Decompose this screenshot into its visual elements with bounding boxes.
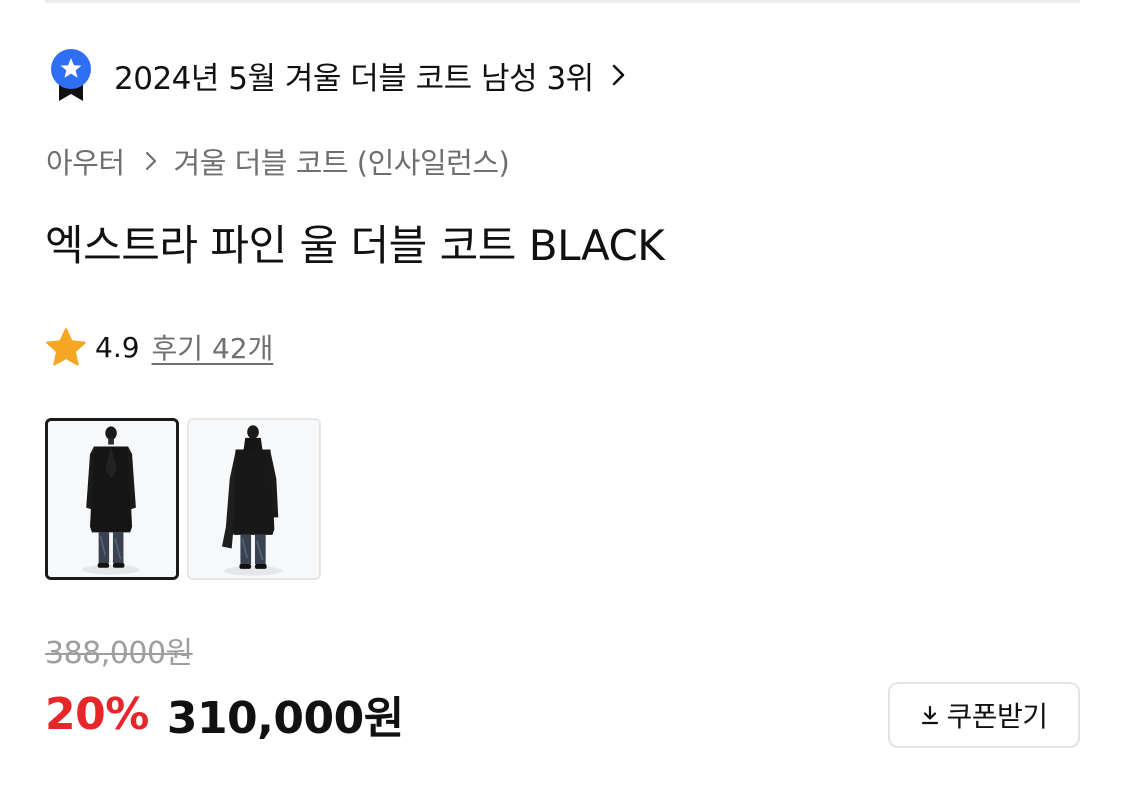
ranking-badge-star-icon: [51, 49, 91, 101]
thumbnail-side-view[interactable]: [187, 418, 321, 580]
breadcrumb-category[interactable]: 아우터: [46, 140, 125, 182]
review-count-link[interactable]: 후기 42개: [152, 327, 274, 367]
coat-front-image: [48, 421, 176, 577]
star-icon: [46, 328, 86, 366]
breadcrumb: 아우터 겨울 더블 코트 (인사일런스): [46, 138, 510, 184]
coupon-label: 쿠폰받기: [946, 700, 1048, 733]
coupon-download-button[interactable]: 쿠폰받기: [888, 682, 1080, 748]
product-image-gallery: [45, 418, 321, 580]
ranking-text: 2024년 5월 겨울 더블 코트 남성 3위: [114, 60, 594, 97]
top-divider: [45, 0, 1080, 3]
discount-rate: 20%: [45, 688, 149, 740]
coat-side-image: [189, 420, 319, 578]
thumbnail-front-view[interactable]: [45, 418, 179, 580]
product-detail-page: 2024년 5월 겨울 더블 코트 남성 3위 아우터 겨울 더블 코트 (인사…: [0, 0, 1125, 790]
breadcrumb-subcategory[interactable]: 겨울 더블 코트 (인사일런스): [174, 140, 510, 182]
original-price: 388,000원: [45, 636, 193, 671]
rating-score: 4.9: [95, 330, 140, 364]
download-icon: [922, 705, 939, 725]
rating-row: 4.9 후기 42개: [45, 324, 273, 370]
product-title: 엑스트라 파인 울 더블 코트 BLACK: [45, 221, 665, 270]
ranking-banner[interactable]: 2024년 5월 겨울 더블 코트 남성 3위: [48, 48, 626, 102]
chevron-right-icon: [145, 151, 156, 171]
chevron-right-icon: [612, 64, 624, 86]
sale-price: 310,000원: [166, 693, 404, 744]
price-row: 20% 310,000원: [45, 684, 404, 745]
